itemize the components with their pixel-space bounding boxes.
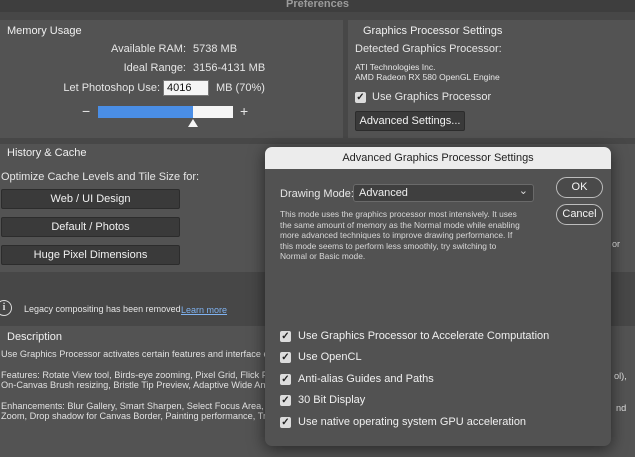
description-line: more advanced techniques to improve draw… — [280, 230, 513, 241]
description-line: Normal or Basic mode. — [280, 251, 366, 262]
description-line: this mode seems to perform less smoothly… — [280, 240, 497, 251]
ok-button[interactable]: OK — [556, 177, 603, 198]
features-line-1: Features: Rotate View tool, Birds-eye zo… — [1, 370, 284, 380]
features-line-2: On-Canvas Brush resizing, Bristle Tip Pr… — [1, 380, 281, 390]
detected-gpu-label: Detected Graphics Processor: — [355, 43, 502, 55]
enhancements-right-fragment: nd — [616, 403, 627, 413]
ideal-range-label: Ideal Range: — [123, 62, 186, 74]
accelerate-computation-checkbox[interactable]: ✓ — [280, 331, 291, 342]
learn-more-link[interactable]: Learn more — [181, 305, 227, 315]
photoshop-use-label: Let Photoshop Use: — [63, 82, 160, 94]
description-line: the same amount of memory as the Normal … — [280, 219, 520, 230]
available-ram-value: 5738 MB — [193, 43, 238, 55]
default-photos-button[interactable]: Default / Photos — [1, 217, 180, 237]
use-gpu-label: Use Graphics Processor — [372, 91, 492, 103]
memory-slider-thumb[interactable] — [187, 119, 198, 127]
anti-alias-guides-label: Anti-alias Guides and Paths — [298, 373, 434, 385]
memory-slider-track[interactable] — [98, 106, 233, 118]
memory-decrease-button[interactable]: − — [82, 103, 90, 119]
accelerate-computation-label: Use Graphics Processor to Accelerate Com… — [298, 330, 550, 342]
native-gpu-acceleration-checkbox[interactable]: ✓ — [280, 417, 291, 428]
memory-usage-panel: Memory Usage Available RAM: 5738 MB Idea… — [0, 20, 343, 138]
drawing-mode-label: Drawing Mode: — [280, 188, 354, 200]
optimize-cache-label: Optimize Cache Levels and Tile Size for: — [1, 171, 200, 183]
legacy-compositing-text: Legacy compositing has been removed — [24, 304, 181, 314]
native-gpu-acceleration-label: Use native operating system GPU accelera… — [298, 416, 527, 428]
advanced-settings-button[interactable]: Advanced Settings... — [355, 111, 465, 131]
available-ram-label: Available RAM: — [111, 43, 186, 55]
window-title: Preferences — [0, 0, 635, 12]
huge-pixel-dimensions-button[interactable]: Huge Pixel Dimensions — [1, 245, 180, 265]
web-ui-design-button[interactable]: Web / UI Design — [1, 189, 180, 209]
dialog-title: Advanced Graphics Processor Settings — [265, 147, 611, 169]
30-bit-display-checkbox[interactable]: ✓ — [280, 395, 291, 406]
history-cache-title: History & Cache — [7, 147, 87, 159]
memory-slider-fill — [98, 106, 193, 118]
use-opencl-label: Use OpenCL — [298, 351, 362, 363]
photoshop-use-unit: MB (70%) — [216, 82, 265, 94]
gpu-settings-title: Graphics Processor Settings — [363, 25, 503, 37]
description-line: This mode uses the graphics processor mo… — [280, 209, 517, 219]
use-gpu-checkbox[interactable]: ✓ — [355, 92, 366, 103]
drawing-mode-select[interactable]: Advanced ⌄ — [353, 184, 534, 202]
right-edge-text: or — [612, 239, 621, 249]
description-line: Use Graphics Processor activates certain… — [1, 349, 284, 359]
ideal-range-value: 3156-4131 MB — [193, 62, 266, 74]
anti-alias-guides-checkbox[interactable]: ✓ — [280, 374, 291, 385]
features-right-fragment: ol), — [614, 371, 627, 381]
gpu-model: AMD Radeon RX 580 OpenGL Engine — [355, 72, 500, 82]
memory-usage-title: Memory Usage — [7, 25, 82, 37]
use-opencl-checkbox[interactable]: ✓ — [280, 352, 291, 363]
drawing-mode-description: This mode uses the graphics processor mo… — [280, 209, 545, 262]
30-bit-display-label: 30 Bit Display — [298, 394, 366, 406]
chevron-down-icon: ⌄ — [518, 185, 528, 197]
info-icon: i — [0, 300, 12, 316]
memory-increase-button[interactable]: + — [240, 103, 248, 119]
gpu-settings-panel: Graphics Processor Settings Detected Gra… — [348, 20, 635, 138]
description-title: Description — [7, 331, 63, 343]
enhancements-line-1: Enhancements: Blur Gallery, Smart Sharpe… — [1, 401, 282, 411]
photoshop-use-input[interactable]: 4016 — [163, 80, 209, 96]
drawing-mode-value: Advanced — [359, 187, 408, 199]
advanced-gpu-settings-dialog: Advanced Graphics Processor Settings Dra… — [265, 147, 611, 446]
cancel-button[interactable]: Cancel — [556, 204, 603, 225]
gpu-vendor: ATI Technologies Inc. — [355, 62, 436, 72]
enhancements-line-2: Zoom, Drop shadow for Canvas Border, Pai… — [1, 411, 284, 421]
